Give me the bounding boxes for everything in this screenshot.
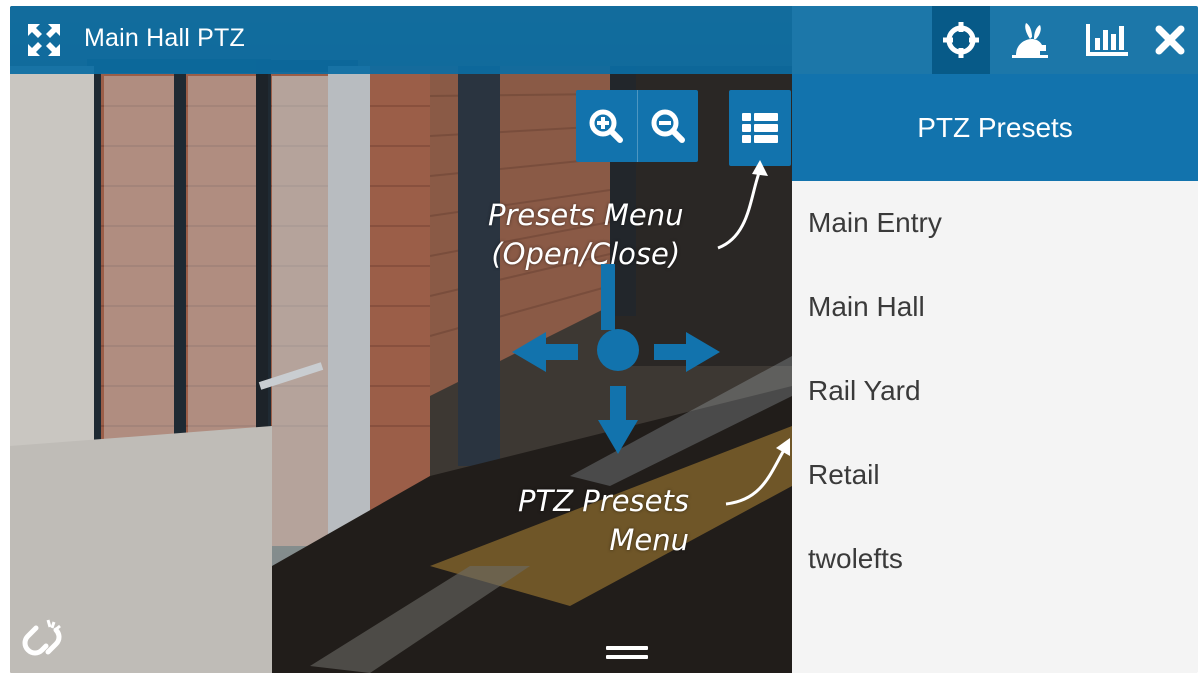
arrow-right-icon[interactable]: [654, 330, 720, 374]
center-dot-icon[interactable]: [596, 328, 640, 372]
annotation-line: PTZ Presets: [518, 484, 689, 518]
speed-button[interactable]: [1008, 6, 1052, 74]
target-icon: [943, 22, 979, 58]
ptz-target-button[interactable]: [932, 6, 990, 74]
pan-tilt-controls: [500, 264, 720, 454]
annotation-line: Menu: [609, 523, 689, 557]
zoom-out-button[interactable]: [636, 90, 699, 162]
handle-bar: [606, 646, 648, 650]
zoom-controls: [576, 90, 698, 162]
bar-chart-icon: [1086, 24, 1128, 56]
preset-item[interactable]: Main Entry: [792, 181, 1198, 265]
close-button[interactable]: [1148, 6, 1192, 74]
zoom-out-icon: [651, 109, 685, 143]
expand-icon: [28, 24, 60, 56]
handle-bar: [606, 655, 648, 659]
presets-menu-annotation: Presets Menu (Open/Close): [488, 196, 684, 274]
presets-list: Main Entry Main Hall Rail Yard Retail tw…: [792, 181, 1198, 601]
ptz-presets-panel: PTZ Presets Main Entry Main Hall Rail Ya…: [792, 74, 1198, 673]
ptz-camera-window: Presets Menu (Open/Close) PTZ Presets Me…: [10, 6, 1198, 673]
presets-menu-toggle-button[interactable]: [729, 90, 791, 166]
annotation-line: Presets Menu: [488, 198, 684, 232]
panel-title: PTZ Presets: [792, 74, 1198, 181]
ptz-presets-menu-annotation: PTZ Presets Menu: [518, 482, 689, 560]
drag-handle[interactable]: [606, 646, 648, 662]
title-bar: Main Hall PTZ: [10, 6, 1198, 74]
annotation-arrow-icon: [725, 438, 790, 506]
rabbit-icon: [1012, 23, 1048, 58]
arrow-down-icon[interactable]: [596, 386, 640, 454]
arrow-left-icon[interactable]: [512, 330, 578, 374]
arrow-up-icon[interactable]: [590, 264, 626, 330]
preset-item[interactable]: Main Hall: [792, 265, 1198, 349]
window-title: Main Hall PTZ: [84, 24, 245, 52]
list-icon: [742, 113, 778, 143]
close-icon: [1155, 25, 1185, 55]
zoom-in-button[interactable]: [576, 90, 637, 162]
statistics-button[interactable]: [1078, 6, 1136, 74]
preset-item[interactable]: twolefts: [792, 517, 1198, 601]
preset-item[interactable]: Rail Yard: [792, 349, 1198, 433]
broken-link-icon[interactable]: [22, 618, 62, 667]
preset-item[interactable]: Retail: [792, 433, 1198, 517]
camera-video-feed[interactable]: Presets Menu (Open/Close) PTZ Presets Me…: [10, 6, 792, 673]
expand-button[interactable]: [24, 6, 64, 74]
zoom-in-icon: [589, 109, 624, 143]
annotation-arrow-icon: [717, 160, 768, 250]
